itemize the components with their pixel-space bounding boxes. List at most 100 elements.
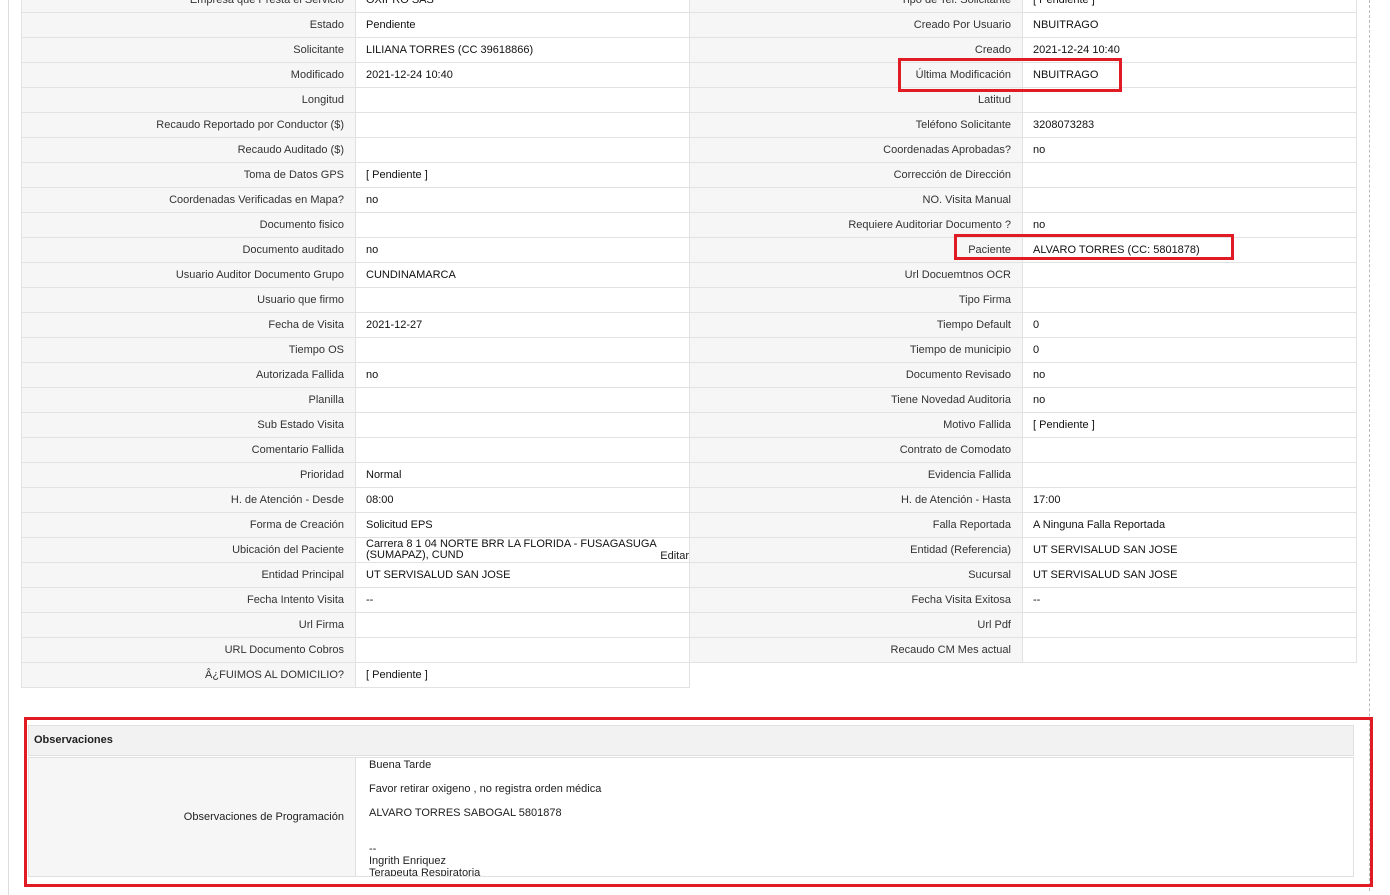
detail-row-url-documento-cobros: URL Documento Cobros: [21, 637, 690, 663]
detail-row-comentario-fallida: Comentario Fallida: [21, 437, 690, 463]
detail-row-requiere-auditoriar-documento: Requiere Auditoriar Documento ? no: [689, 212, 1357, 238]
detail-row-correccion-de-direccion: Corrección de Dirección: [689, 162, 1357, 188]
field-value-cell: A Ninguna Falla Reportada: [1022, 512, 1357, 538]
field-value-cell: 2021-12-24 10:40: [355, 62, 690, 88]
field-label: Sucursal: [689, 562, 1023, 588]
field-value-cell: UT SERVISALUD SAN JOSE: [1022, 562, 1357, 588]
field-value-cell: [ Pendiente ]: [1022, 412, 1357, 438]
detail-row-h-de-atencion-hasta: H. de Atención - Hasta 17:00: [689, 487, 1357, 513]
field-value: LILIANA TORRES (CC 39618866): [366, 44, 534, 56]
detail-row-fecha-intento-visita: Fecha Intento Visita --: [21, 587, 690, 613]
detail-row-ultima-modificacion: Última Modificación NBUITRAGO: [689, 62, 1357, 88]
field-label: Prioridad: [21, 462, 356, 488]
field-label: Requiere Auditoriar Documento ?: [689, 212, 1023, 238]
field-value-cell: no: [1022, 387, 1357, 413]
field-value-cell: [355, 387, 690, 413]
detail-row-falla-reportada: Falla Reportada A Ninguna Falla Reportada: [689, 512, 1357, 538]
detail-row-sub-estado-visita: Sub Estado Visita: [21, 412, 690, 438]
field-value: no: [366, 244, 379, 256]
field-value: Normal: [366, 469, 402, 481]
observaciones-text: Buena Tarde Favor retirar oxigeno , no re…: [369, 759, 602, 877]
field-value: --: [366, 594, 374, 606]
field-value-cell: [355, 612, 690, 638]
field-label: Ubicación del Paciente: [21, 537, 356, 563]
field-value-cell: no: [355, 237, 690, 263]
observaciones-line: [369, 819, 601, 831]
field-label: Fecha de Visita: [21, 312, 356, 338]
detail-row-entidad-referencia: Entidad (Referencia) UT SERVISALUD SAN JO…: [689, 537, 1357, 563]
detail-row-tiene-novedad-auditoria: Tiene Novedad Auditoria no: [689, 387, 1357, 413]
observaciones-line: [369, 831, 601, 843]
field-value: no: [1033, 219, 1046, 231]
field-value: NBUITRAGO: [1033, 69, 1099, 81]
detail-row-url-firma: Url Firma: [21, 612, 690, 638]
field-value-cell: [355, 287, 690, 313]
field-label: Usuario que firmo: [21, 287, 356, 313]
detail-row-usuario-que-firmo: Usuario que firmo: [21, 287, 690, 313]
field-value-cell: Carrera 8 1 04 NORTE BRR LA FLORIDA - FU…: [355, 537, 690, 563]
field-label: Corrección de Dirección: [689, 162, 1023, 188]
field-label: H. de Atención - Hasta: [689, 487, 1023, 513]
field-value: no: [1033, 369, 1046, 381]
field-label: Paciente: [689, 237, 1023, 263]
field-value-cell: [355, 412, 690, 438]
field-value-cell: [1022, 612, 1357, 638]
edit-link[interactable]: Editar: [660, 551, 688, 562]
field-value: NBUITRAGO: [1033, 19, 1099, 31]
field-value-cell: NBUITRAGO: [1022, 62, 1357, 88]
observaciones-line: Favor retirar oxigeno , no registra orde…: [369, 783, 602, 795]
field-label: Teléfono Solicitante: [689, 112, 1023, 138]
field-value: [ Pendiente ]: [366, 669, 428, 681]
observaciones-line: [369, 795, 601, 807]
field-value-cell: [355, 87, 690, 113]
field-value-cell: [355, 637, 690, 663]
field-label: Tiene Novedad Auditoria: [689, 387, 1023, 413]
detail-row-autorizada-fallida: Autorizada Fallida no: [21, 362, 690, 388]
details-right-table: Tipo de Tel. Solicitante [ Pendiente ] Cre…: [689, 0, 1357, 663]
field-value-cell: [ Pendiente ]: [1022, 0, 1357, 13]
detail-row-ubicacion-del-paciente: Ubicación del Paciente Carrera 8 1 04 NOR…: [21, 537, 690, 563]
field-value-cell: [1022, 462, 1357, 488]
field-value-cell: --: [1022, 587, 1357, 613]
field-value-cell: 3208073283: [1022, 112, 1357, 138]
field-label: Latitud: [689, 87, 1023, 113]
field-label: Creado Por Usuario: [689, 12, 1023, 38]
detail-row-usuario-auditor-documento-grupo: Usuario Auditor Documento Grupo CUNDINAMA…: [21, 262, 690, 288]
detail-row-paciente: Paciente ALVARO TORRES (CC: 5801878): [689, 237, 1357, 263]
field-value: --: [1033, 594, 1041, 606]
field-value-cell: Normal: [355, 462, 690, 488]
observaciones-row: Observaciones de Programación Buena Tard…: [28, 757, 1354, 877]
field-value: [ Pendiente ]: [366, 169, 428, 181]
field-label: Motivo Fallida: [689, 412, 1023, 438]
field-label: URL Documento Cobros: [21, 637, 356, 663]
field-label: Tiempo de municipio: [689, 337, 1023, 363]
observaciones-line: Terapeuta Respiratoria: [369, 867, 481, 877]
field-value: UT SERVISALUD SAN JOSE: [1033, 569, 1178, 581]
field-label: Planilla: [21, 387, 356, 413]
observaciones-line: ALVARO TORRES SABOGAL 5801878: [369, 807, 562, 819]
field-value-cell: no: [1022, 137, 1357, 163]
field-value-cell: [ Pendiente ]: [355, 162, 690, 188]
detail-row-evidencia-fallida: Evidencia Fallida: [689, 462, 1357, 488]
field-value: no: [366, 194, 379, 206]
detail-row-recaudo-reportado-por-conductor: Recaudo Reportado por Conductor ($): [21, 112, 690, 138]
field-label: Â¿FUIMOS AL DOMICILIO?: [21, 662, 356, 688]
detail-row-fecha-visita-exitosa: Fecha Visita Exitosa --: [689, 587, 1357, 613]
field-value: OXIPRO SAS: [366, 0, 434, 6]
detail-row-a-fuimos-al-domicilio: Â¿FUIMOS AL DOMICILIO? [ Pendiente ]: [21, 662, 690, 688]
field-label: Sub Estado Visita: [21, 412, 356, 438]
detail-row-documento-fisico: Documento fisico: [21, 212, 690, 238]
field-label: Recaudo Auditado ($): [21, 137, 356, 163]
field-label: Url Pdf: [689, 612, 1023, 638]
field-label: Longitud: [21, 87, 356, 113]
field-value-cell: NBUITRAGO: [1022, 12, 1357, 38]
field-label: Última Modificación: [689, 62, 1023, 88]
field-label: H. de Atención - Desde: [21, 487, 356, 513]
field-value: 2021-12-24 10:40: [1033, 44, 1120, 56]
field-value-cell: [355, 137, 690, 163]
observaciones-line: --: [369, 843, 377, 855]
detail-row-solicitante: Solicitante LILIANA TORRES (CC 39618866): [21, 37, 690, 63]
field-value: [ Pendiente ]: [1033, 0, 1095, 6]
field-label: Fecha Intento Visita: [21, 587, 356, 613]
field-value-cell: Solicitud EPS: [355, 512, 690, 538]
